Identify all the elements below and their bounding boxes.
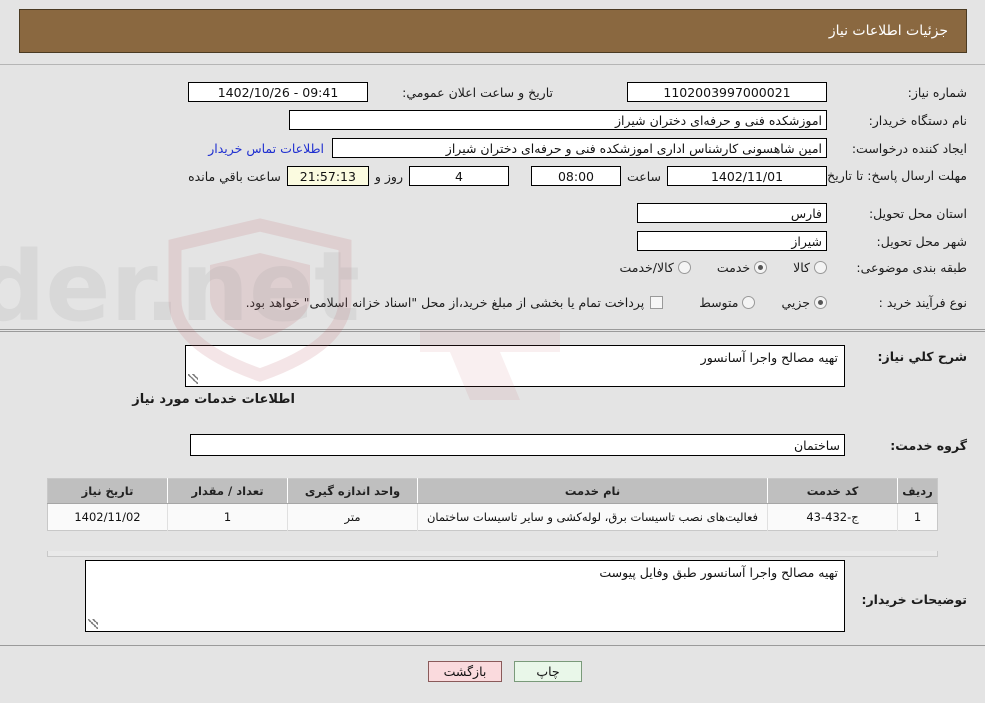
deadline-date-value: 1402/11/01 xyxy=(667,166,827,186)
buyer-remarks-value[interactable]: تهیه مصالح واجرا آسانسور طبق وفایل پیوست xyxy=(85,560,845,632)
process-option-label: جزیي xyxy=(781,295,810,310)
need-info-panel xyxy=(0,64,985,330)
radio-dot-icon[interactable] xyxy=(754,261,768,274)
service-group-label: گروه خدمت: xyxy=(890,437,967,453)
radio-dot-icon[interactable] xyxy=(814,261,827,274)
cell-quantity: 1 xyxy=(167,503,288,531)
radio-dot-icon[interactable] xyxy=(742,296,756,309)
radio-dot-icon[interactable] xyxy=(814,296,827,309)
cell-need-date: 1402/11/02 xyxy=(47,503,168,531)
cell-service-code: ج-432-43 xyxy=(767,503,898,531)
category-option-label: کالا xyxy=(793,260,810,275)
deadline-label: مهلت ارسال پاسخ: تا تاریخ: xyxy=(822,168,967,184)
process-radio-jozee[interactable]: جزیي xyxy=(781,295,827,310)
category-radio-khedmat[interactable]: خدمت xyxy=(716,260,768,275)
window-title-bar: جزئیات اطلاعات نیاز xyxy=(19,9,967,53)
buyer-contact-link[interactable]: اطلاعات تماس خریدار xyxy=(208,141,324,156)
table-col-unit: واحد اندازه گیری xyxy=(287,478,418,504)
announce-datetime-value: 09:41 - 1402/10/26 xyxy=(188,82,368,102)
cell-row-no: 1 xyxy=(897,503,938,531)
category-label: طبقه بندی موضوعی: xyxy=(856,260,967,275)
cell-service-name: فعالیت‌های نصب تاسیسات برق، لوله‌کشی و س… xyxy=(417,503,768,531)
province-label: استان محل تحویل: xyxy=(868,205,967,221)
print-button[interactable]: چاپ xyxy=(514,661,582,682)
need-description-value[interactable]: تهیه مصالح واجرا آسانسور xyxy=(185,345,845,387)
announce-datetime-row: تاریخ و ساعت اعلان عمومي: 09:41 - 1402/1… xyxy=(188,82,553,102)
process-radio-group: جزیي متوسط xyxy=(677,295,827,310)
province-row: استان محل تحویل: فارس xyxy=(637,203,967,223)
process-row: نوع فرآیند خرید : جزیي متوسط پرداخت تمام… xyxy=(240,295,967,310)
category-option-label: کالا/خدمت xyxy=(619,260,674,275)
city-label: شهر محل تحویل: xyxy=(876,233,967,249)
services-table: ردیف کد خدمت نام خدمت واحد اندازه گیری ت… xyxy=(47,478,938,532)
buyer-remarks-row: توضیحات خریدار: تهیه مصالح واجرا آسانسور… xyxy=(85,560,967,632)
table-row[interactable]: 1 ج-432-43 فعالیت‌های نصب تاسیسات برق، ل… xyxy=(47,503,938,531)
table-header-row: ردیف کد خدمت نام خدمت واحد اندازه گیری ت… xyxy=(47,478,938,504)
deadline-row: مهلت ارسال پاسخ: تا تاریخ: 1402/11/01 سا… xyxy=(182,166,967,186)
need-number-value: 1102003997000021 xyxy=(627,82,827,102)
process-option-label: متوسط xyxy=(699,295,739,310)
creator-row: ایجاد کننده درخواست: امین شاهسونی کارشنا… xyxy=(208,138,967,158)
table-col-quantity: تعداد / مقدار xyxy=(167,478,288,504)
buyer-org-label: نام دستگاه خریدار: xyxy=(868,112,967,128)
deadline-hour-label: ساعت xyxy=(626,168,661,184)
need-description-label: شرح کلي نیاز: xyxy=(877,349,967,364)
table-col-need-date: تاریخ نیاز xyxy=(47,478,168,504)
buyer-org-row: نام دستگاه خریدار: اموزشکده فنی و حرفه‌ا… xyxy=(289,110,967,130)
deadline-hour-value: 08:00 xyxy=(530,166,621,186)
category-radio-kala[interactable]: کالا xyxy=(793,260,827,275)
services-section-heading: اطلاعات خدمات مورد نیاز xyxy=(132,392,295,407)
remaining-time-value: 21:57:13 xyxy=(286,166,369,186)
radio-dot-icon[interactable] xyxy=(677,261,691,274)
category-radio-group: کالا خدمت کالا/خدمت xyxy=(597,260,827,275)
service-group-value: ساختمان xyxy=(190,434,845,456)
category-option-label: خدمت xyxy=(716,260,751,275)
table-footer-bar xyxy=(47,551,938,557)
cell-unit: متر xyxy=(287,503,418,531)
remaining-days-value: 4 xyxy=(408,166,509,186)
treasury-checkbox[interactable] xyxy=(650,296,664,309)
page-title: جزئیات اطلاعات نیاز xyxy=(828,23,948,39)
table-col-service-code: کد خدمت xyxy=(767,478,898,504)
table-col-row-no: ردیف xyxy=(897,478,938,504)
treasury-text: پرداخت تمام یا بخشی از مبلغ خرید،از محل … xyxy=(245,295,645,310)
need-description-row: شرح کلي نیاز: تهیه مصالح واجرا آسانسور xyxy=(185,345,967,387)
creator-label: ایجاد کننده درخواست: xyxy=(851,140,967,156)
page-root: AriaTender.net جزئیات اطلاعات نیاز شماره… xyxy=(0,0,985,703)
remaining-time-label: ساعت باقي مانده xyxy=(188,168,281,184)
process-radio-motavaset[interactable]: متوسط xyxy=(699,295,756,310)
province-value: فارس xyxy=(637,203,827,223)
need-number-row: شماره نیاز: 1102003997000021 xyxy=(627,82,967,102)
buyer-org-value: اموزشکده فنی و حرفه‌ای دختران شیراز xyxy=(289,110,827,130)
table-col-service-name: نام خدمت xyxy=(417,478,768,504)
city-value: شیراز xyxy=(637,231,827,251)
category-radio-kala-khedmat[interactable]: کالا/خدمت xyxy=(619,260,691,275)
remaining-days-label: روز و xyxy=(374,168,403,184)
service-group-row: گروه خدمت: ساختمان xyxy=(190,434,967,456)
need-number-label: شماره نیاز: xyxy=(907,84,967,100)
city-row: شهر محل تحویل: شیراز xyxy=(637,231,967,251)
back-button[interactable]: بازگشت xyxy=(428,661,502,682)
process-label: نوع فرآیند خرید : xyxy=(878,295,967,310)
buyer-remarks-label: توضیحات خریدار: xyxy=(861,592,967,607)
announce-datetime-label: تاریخ و ساعت اعلان عمومي: xyxy=(402,84,553,100)
category-row: طبقه بندی موضوعی: کالا خدمت کالا/خدمت xyxy=(597,260,967,275)
creator-value: امین شاهسونی کارشناس اداری اموزشکده فنی … xyxy=(332,138,827,158)
